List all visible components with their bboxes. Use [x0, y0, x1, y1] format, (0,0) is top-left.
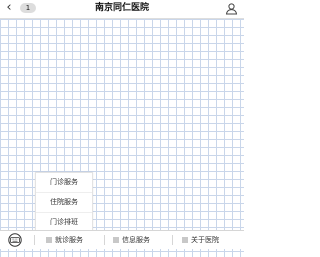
- menu-about-hospital[interactable]: 关于医院: [182, 231, 219, 249]
- nav-header: ‹ 1 南京同仁医院: [0, 0, 244, 19]
- menu-divider: [34, 235, 35, 245]
- person-icon[interactable]: [225, 2, 238, 15]
- keyboard-icon[interactable]: [6, 233, 24, 247]
- menu-lines-icon: [113, 237, 119, 243]
- menu-divider: [172, 235, 173, 245]
- menu-lines-icon: [46, 237, 52, 243]
- menu-clinic-services-label: 就诊服务: [55, 236, 83, 244]
- menu-lines-icon: [182, 237, 188, 243]
- service-submenu: 门诊服务 住院服务 门诊排班: [35, 172, 93, 233]
- menu-item-outpatient-service[interactable]: 门诊服务: [36, 173, 92, 193]
- menu-clinic-services[interactable]: 就诊服务: [46, 231, 83, 249]
- page-title: 南京同仁医院: [94, 3, 149, 13]
- bottom-menu-bar: 就诊服务 信息服务 关于医院: [0, 230, 244, 249]
- menu-item-inpatient-service[interactable]: 住院服务: [36, 193, 92, 213]
- menu-info-services[interactable]: 信息服务: [113, 231, 150, 249]
- menu-divider: [104, 235, 105, 245]
- menu-about-hospital-label: 关于医院: [191, 236, 219, 244]
- menu-info-services-label: 信息服务: [122, 236, 150, 244]
